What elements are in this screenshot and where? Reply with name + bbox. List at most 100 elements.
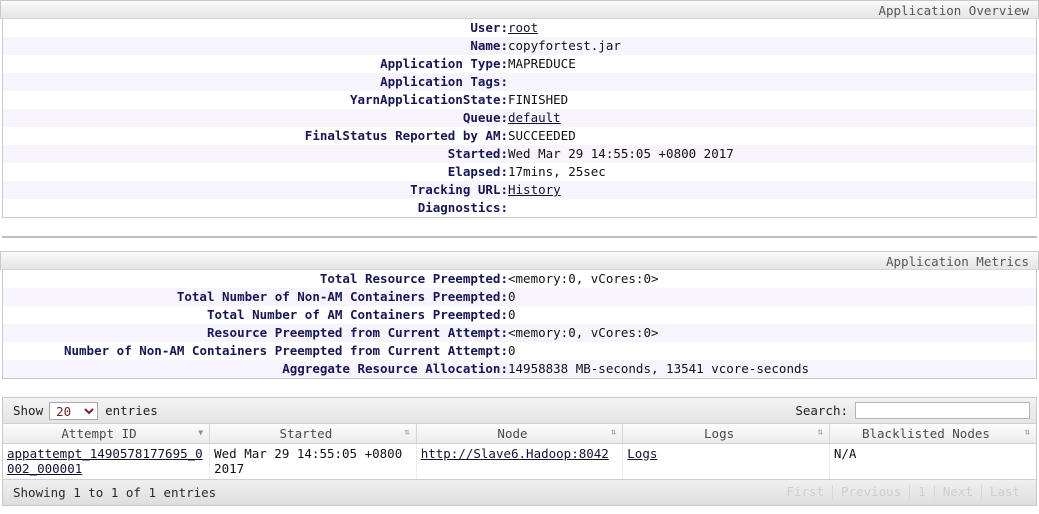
pagination: First Previous 1 Next Last: [778, 485, 1028, 499]
overview-row: Diagnostics:: [3, 199, 1036, 217]
overview-link[interactable]: root: [508, 20, 538, 35]
overview-row: YarnApplicationState: FINISHED: [3, 91, 1036, 109]
search-input[interactable]: [855, 402, 1030, 419]
application-metrics-table: Total Resource Preempted: <memory:0, vCor…: [3, 270, 1036, 378]
pagination-last[interactable]: Last: [980, 485, 1028, 499]
column-header-attempt-id[interactable]: Attempt ID ▼: [3, 424, 211, 444]
attempt-node-link[interactable]: http://Slave6.Hadoop:8042: [421, 446, 609, 461]
metrics-value: <memory:0, vCores:0>: [508, 271, 659, 286]
show-label: Show: [13, 403, 44, 418]
overview-link[interactable]: History: [508, 182, 561, 197]
overview-row: Queue: default: [3, 109, 1036, 127]
search-control: Search:: [795, 402, 1030, 419]
overview-key: Application Type:: [380, 56, 508, 71]
attempt-blacklisted-nodes-cell: N/A: [829, 443, 1036, 479]
metrics-value: 14958838 MB-seconds, 13541 vcore-seconds: [508, 361, 810, 376]
sort-none-icon: ⇅: [610, 427, 617, 438]
entries-per-page-select[interactable]: 20406080100: [49, 401, 99, 420]
overview-key: Tracking URL:: [410, 182, 508, 197]
attempt-id-cell[interactable]: appattempt_1490578177695_0002_000001: [3, 443, 211, 479]
metrics-key: Aggregate Resource Allocation:: [282, 361, 508, 376]
attempts-header-row: Attempt ID ▼ Started ⇅ Node ⇅ Logs ⇅ Blacklisted…: [3, 424, 1036, 444]
pagination-next[interactable]: Next: [933, 485, 981, 499]
table-row: appattempt_1490578177695_0002_000001 Wed …: [3, 443, 1036, 479]
overview-value: [508, 199, 1036, 217]
overview-row: User: root: [3, 19, 1036, 37]
overview-key: User:: [470, 20, 508, 35]
entries-info: Showing 1 to 1 of 1 entries: [13, 484, 217, 500]
overview-value: Wed Mar 29 14:55:05 +0800 2017: [508, 146, 734, 161]
sort-none-icon: ⇅: [404, 427, 410, 438]
application-metrics-panel: Total Resource Preempted: <memory:0, vCor…: [2, 270, 1037, 379]
overview-row: Application Tags:: [3, 73, 1036, 91]
column-header-label: Attempt ID: [61, 425, 137, 441]
overview-value: SUCCEEDED: [508, 128, 576, 143]
overview-row: Tracking URL: History: [3, 181, 1036, 199]
overview-value[interactable]: default: [508, 109, 1036, 127]
overview-value[interactable]: History: [508, 181, 1036, 199]
sort-none-icon: ⇅: [1024, 427, 1030, 438]
application-overview-body: User: root Name: copyfortest.jar Application…: [3, 19, 1036, 217]
attempt-logs-link[interactable]: Logs: [627, 446, 657, 461]
sort-none-icon: ⇅: [817, 427, 823, 438]
metrics-row: Total Number of AM Containers Preempted:…: [3, 306, 1036, 324]
datatable-toolbar: Show 20406080100 entries Search:: [3, 398, 1036, 424]
column-header-label: Node: [497, 425, 528, 441]
metrics-value: <memory:0, vCores:0>: [508, 325, 659, 340]
column-header-logs[interactable]: Logs ⇅: [622, 424, 830, 444]
pagination-page-1[interactable]: 1: [909, 485, 934, 499]
section-spacer-2: [0, 238, 1039, 251]
overview-key: YarnApplicationState:: [349, 92, 508, 107]
overview-value[interactable]: root: [508, 19, 1036, 37]
entries-length-control: Show 20406080100 entries: [13, 401, 158, 420]
metrics-row: Total Resource Preempted: <memory:0, vCor…: [3, 270, 1036, 288]
pagination-first[interactable]: First: [778, 485, 832, 499]
application-overview-table: User: root Name: copyfortest.jar Application…: [3, 19, 1036, 217]
metrics-key: Total Number of Non-AM Containers Preemp…: [176, 289, 508, 304]
attempt-logs-cell[interactable]: Logs: [622, 443, 830, 479]
overview-key: Queue:: [462, 110, 508, 125]
overview-value: copyfortest.jar: [508, 38, 621, 53]
column-header-label: Logs: [704, 425, 735, 441]
metrics-row: Total Number of Non-AM Containers Preemp…: [3, 288, 1036, 306]
metrics-value: 0: [508, 289, 516, 304]
metrics-value: 0: [508, 307, 516, 322]
metrics-row: Number of Non-AM Containers Preempted fr…: [3, 342, 1036, 360]
overview-value: FINISHED: [508, 92, 569, 107]
column-header-label: Started: [279, 425, 333, 441]
overview-key: Diagnostics:: [417, 200, 508, 215]
attempt-id-link[interactable]: appattempt_1490578177695_0002_000001: [7, 446, 203, 476]
overview-row: Started: Wed Mar 29 14:55:05 +0800 2017: [3, 145, 1036, 163]
entries-label: entries: [105, 403, 158, 418]
column-header-node[interactable]: Node ⇅: [416, 424, 624, 444]
application-overview-title: Application Overview: [0, 0, 1039, 19]
attempt-started-cell: Wed Mar 29 14:55:05 +0800 2017: [209, 443, 417, 479]
metrics-key: Total Resource Preempted:: [319, 271, 508, 286]
application-overview-panel: User: root Name: copyfortest.jar Application…: [2, 19, 1037, 218]
overview-link[interactable]: default: [508, 110, 561, 125]
overview-row: FinalStatus Reported by AM: SUCCEEDED: [3, 127, 1036, 145]
attempts-table-body: appattempt_1490578177695_0002_000001 Wed …: [3, 443, 1036, 479]
column-header-started[interactable]: Started ⇅: [209, 424, 417, 444]
metrics-row: Aggregate Resource Allocation: 14958838 M…: [3, 360, 1036, 378]
attempts-table-head: Attempt ID ▼ Started ⇅ Node ⇅ Logs ⇅ Blacklisted…: [3, 424, 1036, 444]
overview-key: Application Tags:: [380, 74, 508, 89]
datatable-footer: Showing 1 to 1 of 1 entries First Previo…: [3, 478, 1036, 505]
column-header-label: Blacklisted Nodes: [861, 425, 990, 441]
attempt-node-cell[interactable]: http://Slave6.Hadoop:8042: [416, 443, 624, 479]
sort-desc-icon: ▼: [198, 428, 204, 438]
overview-key: Started:: [447, 146, 508, 161]
table-spacer: [0, 379, 1039, 397]
metrics-key: Resource Preempted from Current Attempt:: [206, 325, 508, 340]
overview-key: Elapsed:: [447, 164, 508, 179]
overview-row: Name: copyfortest.jar: [3, 37, 1036, 55]
overview-value: MAPREDUCE: [508, 56, 576, 71]
column-header-blacklisted-nodes[interactable]: Blacklisted Nodes ⇅: [829, 424, 1036, 444]
pagination-previous[interactable]: Previous: [832, 485, 909, 499]
attempts-datatable: Show 20406080100 entries Search: Attempt…: [2, 397, 1037, 506]
overview-row: Application Type: MAPREDUCE: [3, 55, 1036, 73]
overview-row: Elapsed: 17mins, 25sec: [3, 163, 1036, 181]
application-metrics-title: Application Metrics: [0, 251, 1039, 270]
metrics-value: 0: [508, 343, 516, 358]
